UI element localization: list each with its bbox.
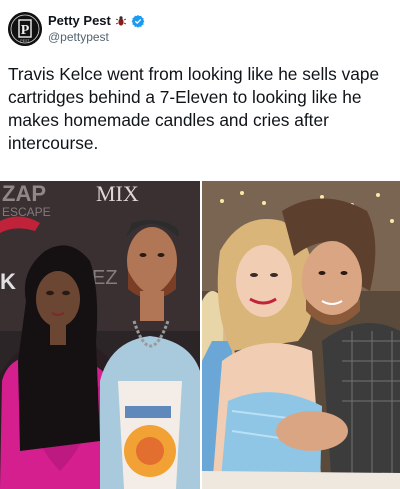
backdrop-text-left: ZAP <box>2 181 46 206</box>
left-photo-illustration: ZAP ESCAPE MIX K ЕZ <box>0 181 200 489</box>
right-photo[interactable] <box>202 181 400 489</box>
post-text: Travis Kelce went from looking like he s… <box>8 64 380 153</box>
bug-icon <box>115 15 127 26</box>
author-handle[interactable]: @pettypest <box>48 30 109 44</box>
author-display-name[interactable]: Petty Pest <box>48 13 111 28</box>
svg-text:ESCAPE: ESCAPE <box>2 205 51 219</box>
left-photo[interactable]: ZAP ESCAPE MIX K ЕZ <box>0 181 200 489</box>
svg-text:P: P <box>21 23 30 38</box>
svg-text:K: K <box>0 269 16 294</box>
backdrop-mix-text: MIX <box>96 181 139 206</box>
post-header: P PEST Petty Pest @pettypest <box>0 0 400 52</box>
right-photo-illustration <box>202 181 400 489</box>
post-media[interactable]: ZAP ESCAPE MIX K ЕZ <box>0 181 400 489</box>
svg-text:PEST: PEST <box>20 39 30 43</box>
author-name-row: Petty Pest <box>48 13 145 28</box>
svg-text:ЕZ: ЕZ <box>92 267 118 289</box>
verified-badge-icon <box>131 14 145 28</box>
author-avatar[interactable]: P PEST <box>8 12 42 46</box>
petty-pest-logo-icon: P PEST <box>8 12 42 46</box>
